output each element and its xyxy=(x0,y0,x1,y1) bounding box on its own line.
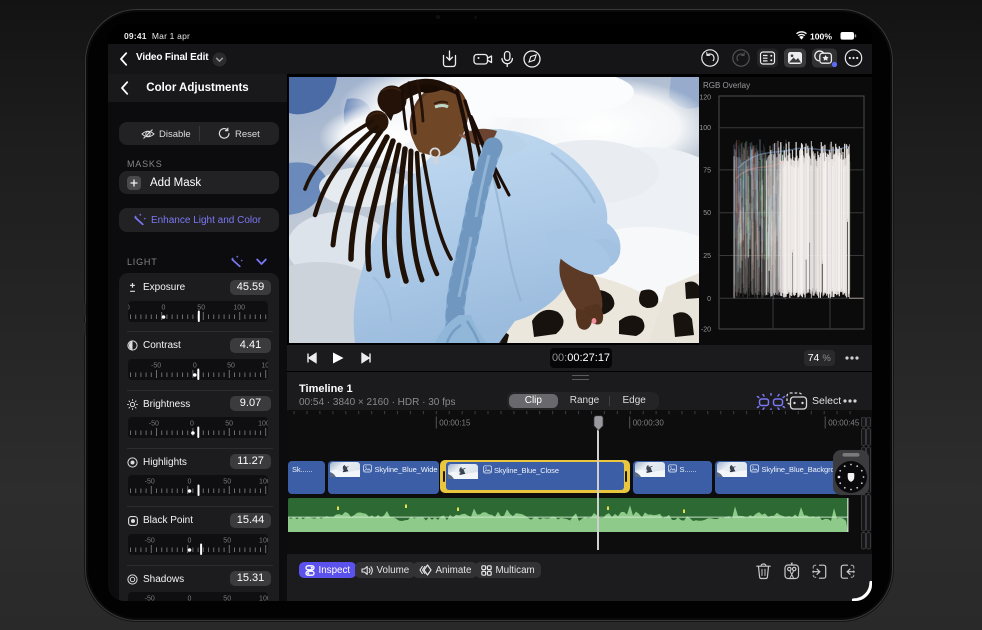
svg-text:100: 100 xyxy=(261,362,268,369)
svg-text:50: 50 xyxy=(225,421,233,428)
svg-text:-50: -50 xyxy=(144,596,154,601)
svg-text:-50: -50 xyxy=(128,304,130,311)
svg-text:0: 0 xyxy=(187,596,191,601)
svg-text:120: 120 xyxy=(699,95,711,102)
svg-text:100: 100 xyxy=(699,125,711,132)
svg-text:75: 75 xyxy=(703,167,711,174)
svg-text:-50: -50 xyxy=(151,362,161,369)
svg-text:50: 50 xyxy=(227,362,235,369)
svg-text:-50: -50 xyxy=(148,421,158,428)
svg-text:50: 50 xyxy=(703,210,711,217)
svg-text:-20: -20 xyxy=(701,327,711,334)
svg-text:50: 50 xyxy=(223,537,231,544)
svg-text:0: 0 xyxy=(187,537,191,544)
svg-text:100: 100 xyxy=(259,479,268,486)
svg-text:-50: -50 xyxy=(144,479,154,486)
svg-text:50: 50 xyxy=(223,596,231,601)
svg-text:100: 100 xyxy=(258,421,268,428)
svg-text:0: 0 xyxy=(187,479,191,486)
svg-text:50: 50 xyxy=(223,479,231,486)
svg-text:100: 100 xyxy=(233,304,245,311)
svg-text:100: 100 xyxy=(259,537,268,544)
svg-text:100%: 100% xyxy=(810,31,832,40)
svg-text:50: 50 xyxy=(197,304,205,311)
svg-text:-50: -50 xyxy=(144,537,154,544)
svg-text:100: 100 xyxy=(259,596,268,601)
svg-text:0: 0 xyxy=(192,362,196,369)
svg-text:0: 0 xyxy=(189,421,193,428)
svg-text:25: 25 xyxy=(703,253,711,260)
svg-text:0: 0 xyxy=(161,304,165,311)
svg-text:0: 0 xyxy=(707,296,711,303)
